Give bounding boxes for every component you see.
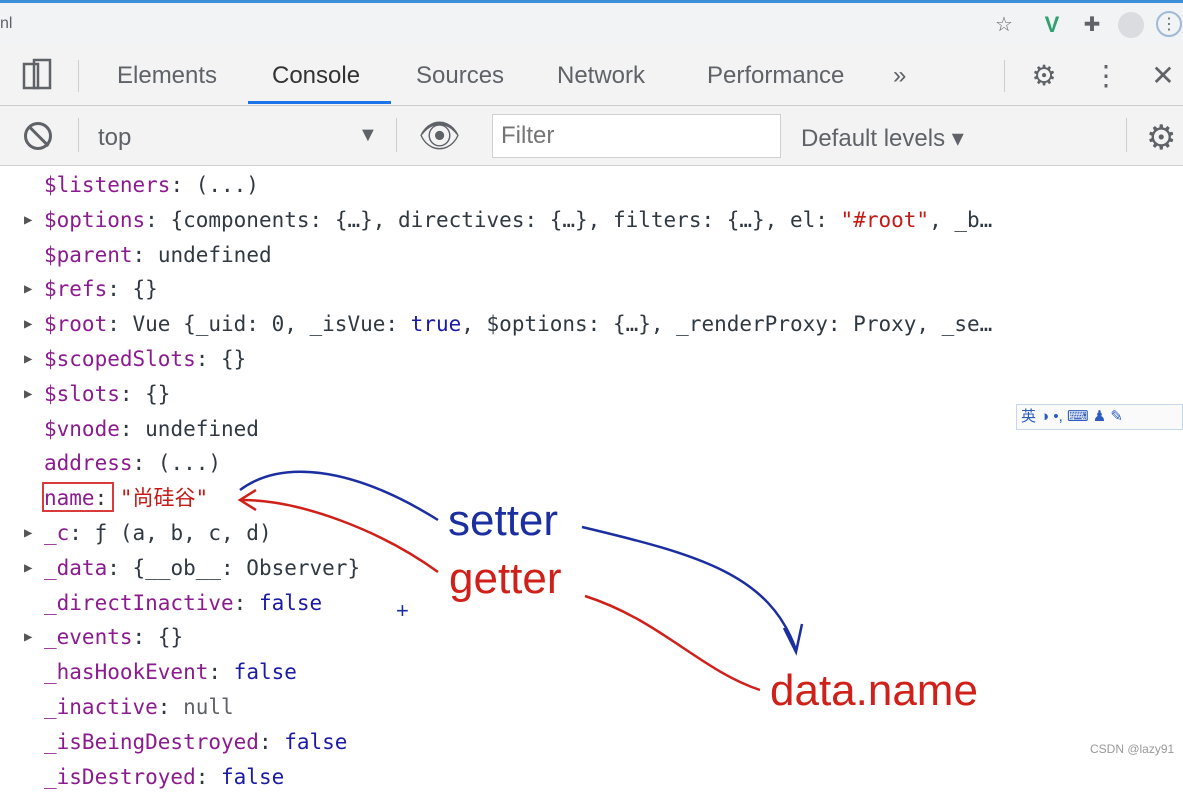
data-name-annotation: data.name bbox=[770, 666, 978, 715]
getter-link bbox=[584, 594, 761, 692]
setter-arrow bbox=[581, 525, 798, 651]
plus-mark: + bbox=[396, 598, 409, 623]
getter-curve bbox=[241, 498, 439, 574]
watermark: CSDN @lazy91 bbox=[1090, 742, 1175, 756]
setter-curve bbox=[239, 470, 439, 522]
property-value: false bbox=[221, 764, 285, 789]
setter-annotation: setter bbox=[448, 496, 559, 545]
getter-annotation: getter bbox=[449, 554, 562, 603]
annotation-arrows bbox=[237, 470, 804, 692]
property-key: _isDestroyed bbox=[44, 764, 196, 789]
